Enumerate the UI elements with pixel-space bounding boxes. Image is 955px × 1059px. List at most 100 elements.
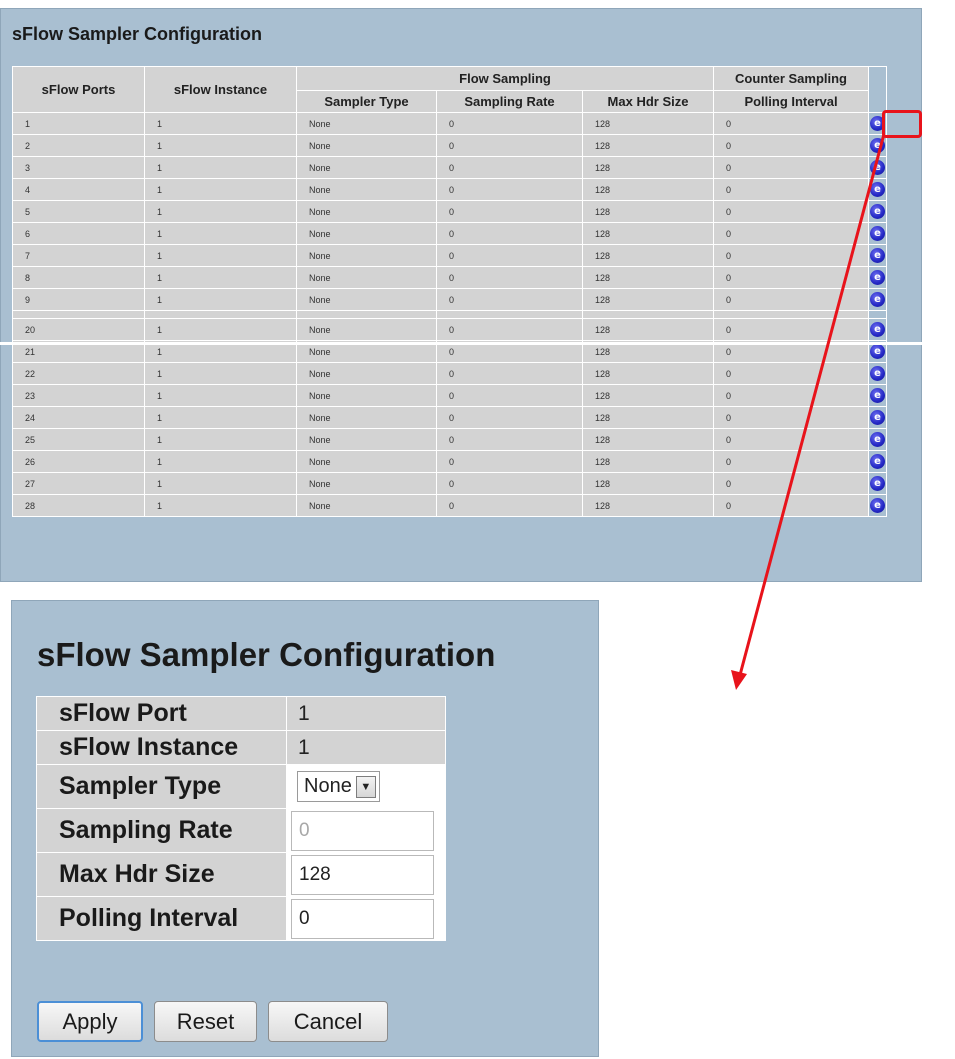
edit-icon[interactable]: e	[870, 204, 886, 219]
table-row: 5 1 None 0 128 0 e	[12, 200, 888, 223]
edit-icon[interactable]: e	[870, 226, 886, 241]
edit-icon[interactable]: e	[870, 366, 886, 381]
header-edit-column	[868, 66, 888, 113]
cancel-button[interactable]: Cancel	[268, 1001, 388, 1042]
edit-icon[interactable]: e	[870, 182, 886, 197]
cell-sampler-type: None	[296, 362, 437, 385]
cell-polling-interval: 0	[713, 244, 870, 267]
cell-port: 24	[12, 406, 145, 429]
edit-icon[interactable]: e	[870, 476, 886, 491]
screenshot-cut-divider	[0, 342, 955, 345]
cell-sampler-type: None	[296, 178, 437, 201]
edit-cell: e	[868, 222, 888, 245]
edit-icon[interactable]: e	[870, 498, 886, 513]
cell-instance: 1	[144, 450, 297, 473]
sampler-type-cell: None ▼	[286, 764, 446, 809]
edit-icon[interactable]: e	[870, 344, 886, 359]
sampling-rate-cell: 0	[286, 808, 446, 853]
edit-cell: e	[868, 428, 888, 451]
edit-cell: e	[868, 178, 888, 201]
cell-sampler-type: None	[296, 428, 437, 451]
cell-max-hdr-size: 128	[581, 200, 715, 223]
cell-max-hdr-size: 128	[581, 428, 715, 451]
cell-instance: 1	[144, 494, 297, 517]
table-row: 4 1 None 0 128 0 e	[12, 178, 888, 201]
cell-max-hdr-size: 128	[581, 156, 715, 179]
sflow-instance-value: 1	[286, 730, 446, 765]
cell-polling-interval: 0	[713, 472, 870, 495]
cell-instance: 1	[144, 222, 297, 245]
gap-cell	[713, 310, 870, 319]
cell-sampling-rate: 0	[436, 244, 583, 267]
cell-polling-interval: 0	[713, 200, 870, 223]
cell-port: 6	[12, 222, 145, 245]
apply-button[interactable]: Apply	[37, 1001, 143, 1042]
cell-sampler-type: None	[296, 472, 437, 495]
max-hdr-size-input[interactable]: 128	[291, 854, 434, 895]
cell-max-hdr-size: 128	[581, 362, 715, 385]
cell-sampling-rate: 0	[436, 450, 583, 473]
table-row: 28 1 None 0 128 0 e	[12, 494, 888, 517]
edit-icon[interactable]: e	[870, 388, 886, 403]
cell-instance: 1	[144, 244, 297, 267]
detail-title: sFlow Sampler Configuration	[37, 636, 496, 673]
cell-sampling-rate: 0	[436, 222, 583, 245]
cell-sampler-type: None	[296, 288, 437, 311]
edit-icon[interactable]: e	[870, 270, 886, 285]
sampler-type-select[interactable]: None ▼	[297, 771, 380, 802]
gap-cell	[296, 310, 437, 319]
cell-sampler-type: None	[296, 494, 437, 517]
cell-instance: 1	[144, 406, 297, 429]
sflow-sampler-detail-panel: sFlow Sampler Configuration sFlow Port 1…	[11, 600, 599, 1057]
edit-cell: e	[868, 244, 888, 267]
cell-port: 20	[12, 318, 145, 341]
edit-icon[interactable]: e	[870, 432, 886, 447]
polling-interval-cell: 0	[286, 896, 446, 941]
chevron-down-icon[interactable]: ▼	[355, 775, 376, 798]
cell-sampling-rate: 0	[436, 112, 583, 135]
cell-instance: 1	[144, 362, 297, 385]
reset-button[interactable]: Reset	[154, 1001, 257, 1042]
edit-icon[interactable]: e	[870, 454, 886, 469]
edit-icon[interactable]: e	[870, 410, 886, 425]
cell-instance: 1	[144, 112, 297, 135]
cell-sampling-rate: 0	[436, 406, 583, 429]
gap-cell	[12, 310, 145, 319]
cell-instance: 1	[144, 266, 297, 289]
cell-sampling-rate: 0	[436, 384, 583, 407]
cell-sampling-rate: 0	[436, 428, 583, 451]
table-row: 7 1 None 0 128 0 e	[12, 244, 888, 267]
edit-cell: e	[868, 266, 888, 289]
polling-interval-input[interactable]: 0	[291, 898, 434, 939]
cell-polling-interval: 0	[713, 266, 870, 289]
cell-max-hdr-size: 128	[581, 178, 715, 201]
edit-icon[interactable]: e	[870, 322, 886, 337]
edit-icon[interactable]: e	[870, 160, 886, 175]
cell-sampling-rate: 0	[436, 362, 583, 385]
cell-instance: 1	[144, 288, 297, 311]
table-row: 1 1 None 0 128 0 e	[12, 112, 888, 135]
cell-port: 1	[12, 112, 145, 135]
cell-polling-interval: 0	[713, 156, 870, 179]
edit-icon[interactable]: e	[870, 138, 886, 153]
cell-port: 8	[12, 266, 145, 289]
cell-polling-interval: 0	[713, 178, 870, 201]
header-polling-interval: Polling Interval	[713, 90, 870, 113]
sampling-rate-input[interactable]: 0	[291, 810, 434, 851]
edit-cell: e	[868, 472, 888, 495]
cell-sampler-type: None	[296, 266, 437, 289]
header-sflow-ports: sFlow Ports	[12, 66, 145, 113]
cell-port: 22	[12, 362, 145, 385]
cell-polling-interval: 0	[713, 288, 870, 311]
gap-cell	[868, 310, 888, 319]
cell-port: 25	[12, 428, 145, 451]
edit-icon[interactable]: e	[870, 248, 886, 263]
cell-max-hdr-size: 128	[581, 222, 715, 245]
cell-max-hdr-size: 128	[581, 406, 715, 429]
gap-cell	[436, 310, 583, 319]
table-row: 25 1 None 0 128 0 e	[12, 428, 888, 451]
cell-sampling-rate: 0	[436, 494, 583, 517]
table-row: 8 1 None 0 128 0 e	[12, 266, 888, 289]
table-row: 2 1 None 0 128 0 e	[12, 134, 888, 157]
edit-icon[interactable]: e	[870, 292, 886, 307]
